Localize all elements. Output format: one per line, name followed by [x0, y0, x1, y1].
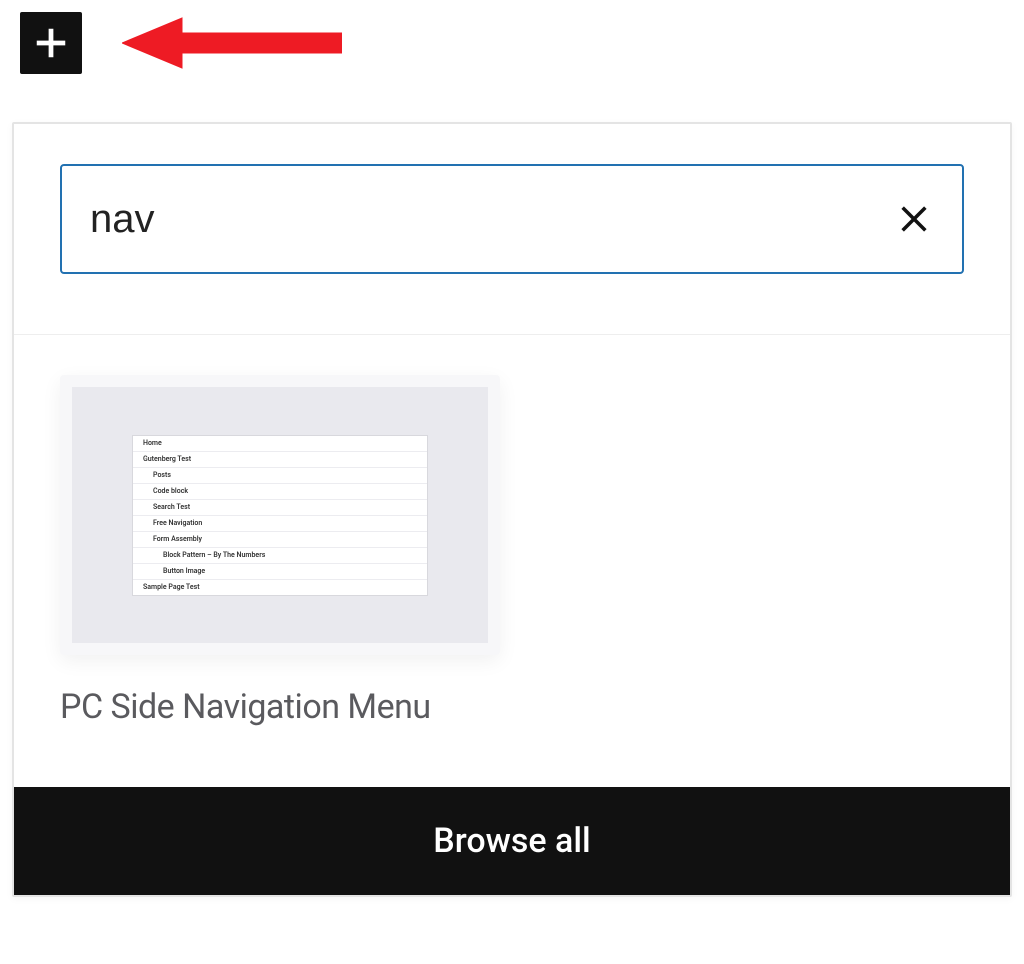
- preview-nav-list: Home Gutenberg Test Posts Code block Sea…: [132, 435, 428, 596]
- search-input[interactable]: [90, 197, 894, 242]
- clear-search-button[interactable]: [894, 199, 934, 239]
- preview-nav-item: Code block: [133, 484, 427, 500]
- add-block-button[interactable]: [20, 12, 82, 74]
- browse-all-button[interactable]: Browse all: [14, 787, 1010, 895]
- results-section: Home Gutenberg Test Posts Code block Sea…: [14, 335, 1010, 787]
- block-pattern-result[interactable]: Home Gutenberg Test Posts Code block Sea…: [60, 375, 500, 727]
- annotation-arrow: [122, 13, 342, 73]
- preview-nav-item: Form Assembly: [133, 532, 427, 548]
- result-title: PC Side Navigation Menu: [60, 687, 500, 727]
- preview-nav-item: Block Pattern – By The Numbers: [133, 548, 427, 564]
- preview-nav-item: Posts: [133, 468, 427, 484]
- plus-icon: [32, 24, 70, 62]
- search-section: [14, 124, 1010, 335]
- result-preview: Home Gutenberg Test Posts Code block Sea…: [60, 375, 500, 655]
- arrow-left-icon: [122, 13, 342, 73]
- search-box: [60, 164, 964, 274]
- preview-nav-item: Home: [133, 436, 427, 452]
- close-icon: [897, 202, 931, 236]
- block-inserter-panel: Home Gutenberg Test Posts Code block Sea…: [12, 122, 1012, 897]
- preview-nav-item: Free Navigation: [133, 516, 427, 532]
- preview-nav-item: Sample Page Test: [133, 580, 427, 595]
- preview-nav-item: Search Test: [133, 500, 427, 516]
- result-preview-inner: Home Gutenberg Test Posts Code block Sea…: [72, 387, 488, 643]
- preview-nav-item: Gutenberg Test: [133, 452, 427, 468]
- preview-nav-item: Button Image: [133, 564, 427, 580]
